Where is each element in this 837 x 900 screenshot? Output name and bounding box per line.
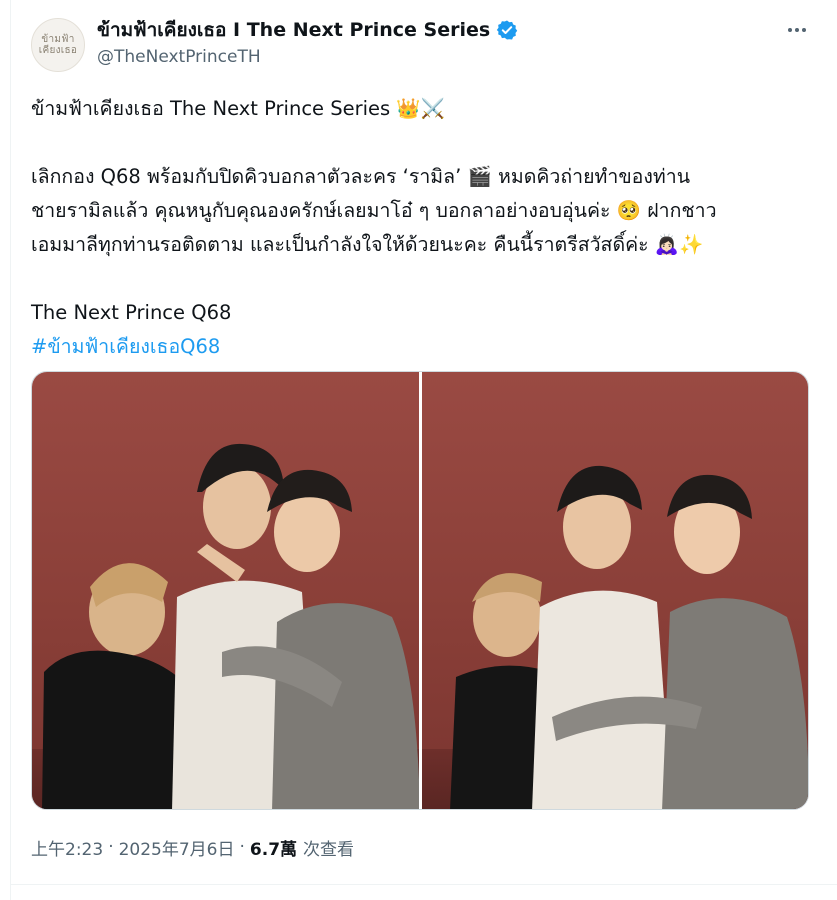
more-options-icon[interactable] bbox=[780, 16, 814, 44]
bowing-sparkles-emoji-icon: 🙇🏻‍♀️✨ bbox=[654, 233, 704, 256]
tweet-line-2-text-a: เลิกกอง Q68 พร้อมกับปิดคิวบอกลาตัวละคร ‘… bbox=[31, 165, 468, 188]
clapper-board-emoji-icon: 🎬 bbox=[467, 165, 492, 188]
author-name-row[interactable]: ข้ามฟ้าเคียงเธอ I The Next Prince Series bbox=[97, 16, 518, 44]
views-count[interactable]: 6.7萬 bbox=[250, 835, 297, 860]
meta-separator-1: · bbox=[108, 837, 114, 857]
tweet-line-1-text: ข้ามฟ้าเคียงเธอ The Next Prince Series bbox=[31, 97, 397, 120]
tweet-line-2: เลิกกอง Q68 พร้อมกับปิดคิวบอกลาตัวละคร ‘… bbox=[31, 160, 821, 194]
photo-2[interactable] bbox=[421, 372, 808, 809]
crown-swords-emoji-icon: 👑⚔️ bbox=[396, 97, 445, 120]
author-handle[interactable]: @TheNextPrinceTH bbox=[97, 47, 261, 67]
tweet-meta: 上午2:23 · 2025年7月6日 · 6.7萬 次查看 bbox=[31, 833, 354, 861]
media-grid bbox=[31, 371, 809, 810]
tweet-line-5: The Next Prince Q68 bbox=[31, 301, 232, 324]
views-label: 次查看 bbox=[303, 839, 355, 860]
meta-separator-2: · bbox=[239, 837, 245, 857]
photo-1-figures bbox=[42, 443, 419, 809]
tweet-line-4: เอมมาลีทุกท่านรอติดตาม และเป็นกำลังใจให้… bbox=[31, 228, 821, 262]
timeline-left-border bbox=[10, 0, 11, 900]
verified-badge-icon[interactable] bbox=[496, 19, 518, 41]
author-display-name[interactable]: ข้ามฟ้าเคียงเธอ I The Next Prince Series bbox=[97, 15, 490, 45]
tweet-line-2-text-b: หมดคิวถ่ายทำของท่าน bbox=[491, 165, 691, 188]
avatar[interactable]: ข้ามฟ้า เคียงเธอ bbox=[31, 18, 85, 72]
avatar-logo-text: ข้ามฟ้า เคียงเธอ bbox=[32, 34, 84, 56]
avatar-logo-line1: ข้ามฟ้า bbox=[41, 34, 75, 45]
tweet-line-4-text: เอมมาลีทุกท่านรอติดตาม และเป็นกำลังใจให้… bbox=[31, 233, 655, 256]
tweet-line-3-text-a: ชายรามิลแล้ว คุณหนูกับคุณองครักษ์เลยมาโอ… bbox=[31, 199, 617, 222]
hashtag-link[interactable]: #ข้ามฟ้าเคียงเธอQ68 bbox=[31, 335, 220, 358]
tweet-article: ข้ามฟ้า เคียงเธอ ข้ามฟ้าเคียงเธอ I The N… bbox=[0, 0, 837, 900]
pleading-face-emoji-icon: 🥺 bbox=[616, 199, 641, 222]
divider bbox=[10, 884, 837, 885]
avatar-logo-line2: เคียงเธอ bbox=[38, 45, 78, 56]
tweet-line-3-text-b: ฝากชาว bbox=[641, 199, 717, 222]
photo-1[interactable] bbox=[32, 372, 419, 809]
tweet-text: ข้ามฟ้าเคียงเธอ The Next Prince Series 👑… bbox=[31, 92, 821, 364]
tweet-date[interactable]: 2025年7月6日 bbox=[119, 835, 235, 860]
photo-2-figures bbox=[449, 465, 808, 809]
tweet-line-3: ชายรามิลแล้ว คุณหนูกับคุณองครักษ์เลยมาโอ… bbox=[31, 194, 821, 228]
tweet-line-1: ข้ามฟ้าเคียงเธอ The Next Prince Series 👑… bbox=[31, 92, 821, 126]
tweet-time[interactable]: 上午2:23 bbox=[31, 835, 103, 860]
